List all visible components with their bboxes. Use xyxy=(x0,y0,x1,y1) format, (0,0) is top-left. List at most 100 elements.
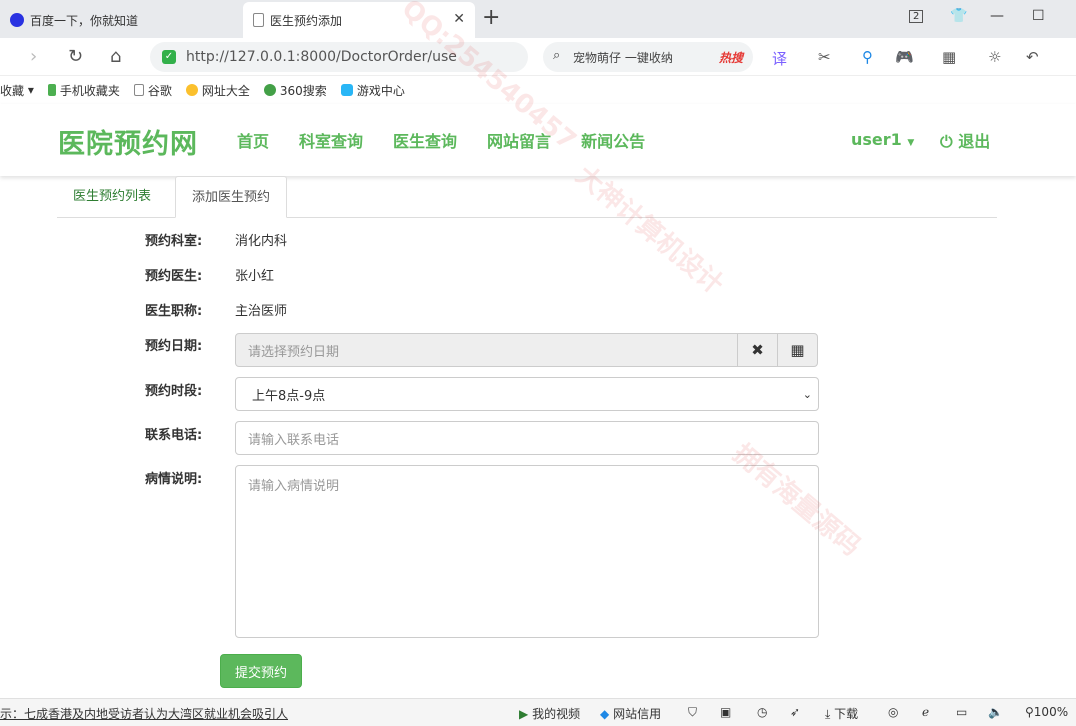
close-tab-icon[interactable]: ✕ xyxy=(453,11,465,27)
brightness-icon[interactable]: ☼ xyxy=(988,48,1001,66)
date-input[interactable]: 请选择预约日期 xyxy=(235,333,738,367)
site-header: 医院预约网 首页 科室查询 医生查询 网站留言 新闻公告 user1 ▼ ⏻ 退… xyxy=(0,104,1076,176)
username: user1 xyxy=(851,130,902,149)
scissors-icon[interactable]: ✂ xyxy=(818,48,831,66)
minimize-icon[interactable]: — xyxy=(990,8,1004,24)
doctor-value: 张小红 xyxy=(235,269,275,284)
image-icon[interactable]: ▣ xyxy=(720,705,731,719)
browser-tab-title: 医生预约添加 xyxy=(270,13,343,28)
shield-icon: ✓ xyxy=(162,50,176,64)
volume-icon[interactable]: 🔈 xyxy=(988,705,1003,719)
my-video-link[interactable]: ▶ 我的视频 xyxy=(519,705,580,722)
bookmark-google[interactable]: 谷歌 xyxy=(133,82,172,99)
calendar-icon[interactable]: ▦ xyxy=(777,333,818,367)
period-label: 预约时段: xyxy=(145,384,203,399)
nav-message[interactable]: 网站留言 xyxy=(487,128,551,152)
download-link[interactable]: ⤓ 下载 xyxy=(825,705,858,722)
desc-placeholder: 请输入病情说明 xyxy=(248,479,340,494)
tab-count-badge[interactable]: 2 xyxy=(909,10,924,23)
main-nav: 首页 科室查询 医生查询 网站留言 新闻公告 xyxy=(237,128,675,152)
search-text: 宠物萌仔 一键收纳 xyxy=(573,50,673,65)
site-logo[interactable]: 医院预约网 xyxy=(58,122,198,161)
grid-icon[interactable]: ▦ xyxy=(942,48,956,66)
site-credit-link[interactable]: ◆ 网站信用 xyxy=(600,705,661,722)
zoom-control[interactable]: ⚲100% xyxy=(1025,705,1068,719)
search-input[interactable]: ⌕ 宠物萌仔 一键收纳 热搜 xyxy=(543,42,753,72)
nav-department[interactable]: 科室查询 xyxy=(299,128,363,152)
undo-icon[interactable]: ↶ xyxy=(1026,48,1039,66)
chevron-down-icon: ⌄ xyxy=(802,387,812,401)
power-icon: ⏻ xyxy=(940,132,953,151)
caret-down-icon: ▼ xyxy=(907,138,915,148)
url-text: http://127.0.0.1:8000/DoctorOrder/use xyxy=(186,49,457,65)
url-input[interactable]: ✓ http://127.0.0.1:8000/DoctorOrder/use xyxy=(150,42,528,72)
content-tabs: 医生预约列表 添加医生预约 xyxy=(57,176,997,218)
translate-icon[interactable]: 译 xyxy=(772,48,787,69)
bookmark-label: 游戏中心 xyxy=(356,83,405,98)
shield-icon[interactable]: ⛉ xyxy=(688,705,697,720)
date-label: 预约日期: xyxy=(145,339,203,354)
browser-tab-bar: 百度一下，你就知道 医生预约添加 ✕ + 2 👕 — ☐ xyxy=(0,0,1076,38)
bookmark-games[interactable]: 游戏中心 xyxy=(340,82,405,99)
maximize-icon[interactable]: ☐ xyxy=(1032,8,1045,24)
submit-button[interactable]: 提交预约 xyxy=(220,654,302,688)
phone-icon xyxy=(47,84,56,96)
phone-input[interactable]: 请输入联系电话 xyxy=(235,421,819,455)
bookmark-label: 收藏 xyxy=(0,83,25,98)
doctor-title-value: 主治医师 xyxy=(235,304,288,319)
bookmark-sites[interactable]: 网址大全 xyxy=(185,82,250,99)
user-menu[interactable]: user1 ▼ xyxy=(851,130,914,149)
magnifier-icon[interactable]: ⚲ xyxy=(862,48,873,66)
bookmark-favorites[interactable]: 收藏 ▾ xyxy=(0,82,34,99)
bookmark-mobile[interactable]: 手机收藏夹 xyxy=(47,82,120,99)
shirt-icon[interactable]: 👕 xyxy=(950,8,967,24)
tab-add-order[interactable]: 添加医生预约 xyxy=(175,176,288,218)
phone-placeholder: 请输入联系电话 xyxy=(248,432,340,448)
reload-icon[interactable]: ↻ xyxy=(68,46,83,67)
new-tab-icon[interactable]: + xyxy=(482,6,500,30)
desc-textarea[interactable]: 请输入病情说明 xyxy=(235,465,819,638)
hot-search-label[interactable]: 热搜 xyxy=(719,49,743,66)
news-ticker[interactable]: 示：七成香港及内地受访者认为大湾区就业机会吸引人 xyxy=(0,705,288,722)
clear-date-icon[interactable]: ✖ xyxy=(737,333,778,367)
sites-icon xyxy=(185,84,198,96)
browser-tab-title: 百度一下，你就知道 xyxy=(30,13,139,28)
period-select[interactable]: 上午8点-9点 ⌄ xyxy=(235,377,819,411)
ie-icon[interactable]: ℯ xyxy=(922,705,929,719)
logout-link[interactable]: ⏻ 退出 xyxy=(940,128,990,152)
bookmark-360[interactable]: 360搜索 xyxy=(263,82,327,99)
desc-label: 病情说明: xyxy=(145,472,203,487)
download-icon: ⤓ xyxy=(825,707,831,721)
credit-icon: ◆ xyxy=(600,707,610,721)
logout-label: 退出 xyxy=(958,132,991,151)
zoom-level: 100% xyxy=(1033,705,1069,719)
rocket-icon[interactable]: ➶ xyxy=(790,705,800,719)
eye-icon[interactable]: ◎ xyxy=(888,705,898,719)
doctor-title-label: 医生职称: xyxy=(145,304,203,319)
download-label: 下载 xyxy=(834,707,859,721)
dept-value: 消化内科 xyxy=(235,234,288,249)
browser-tab-doctor-order[interactable]: 医生预约添加 ✕ xyxy=(243,2,475,38)
address-bar-row: › ↻ ⌂ ✓ http://127.0.0.1:8000/DoctorOrde… xyxy=(0,38,1076,76)
status-bar: 示：七成香港及内地受访者认为大湾区就业机会吸引人 ▶ 我的视频 ◆ 网站信用 ⛉… xyxy=(0,698,1076,726)
bookmark-label: 谷歌 xyxy=(147,83,172,98)
speed-icon[interactable]: ◷ xyxy=(757,705,767,719)
360-icon xyxy=(263,84,276,96)
window-icon[interactable]: ▭ xyxy=(956,705,967,719)
nav-news[interactable]: 新闻公告 xyxy=(581,128,645,152)
doctor-label: 预约医生: xyxy=(145,269,203,284)
gamepad-icon[interactable]: 🎮 xyxy=(895,48,914,66)
zoom-icon: ⚲ xyxy=(1025,705,1034,719)
period-value: 上午8点-9点 xyxy=(252,388,326,404)
tab-order-list[interactable]: 医生预约列表 xyxy=(57,176,167,218)
site-credit-label: 网站信用 xyxy=(613,707,662,721)
nav-home[interactable]: 首页 xyxy=(237,128,269,152)
nav-doctor[interactable]: 医生查询 xyxy=(393,128,457,152)
home-icon[interactable]: ⌂ xyxy=(110,46,121,67)
game-center-icon xyxy=(340,84,353,96)
search-icon: ⌕ xyxy=(553,48,561,63)
baidu-paw-icon xyxy=(10,13,24,27)
dept-label: 预约科室: xyxy=(145,234,203,249)
browser-tab-baidu[interactable]: 百度一下，你就知道 xyxy=(0,2,242,38)
forward-icon[interactable]: › xyxy=(30,46,37,67)
